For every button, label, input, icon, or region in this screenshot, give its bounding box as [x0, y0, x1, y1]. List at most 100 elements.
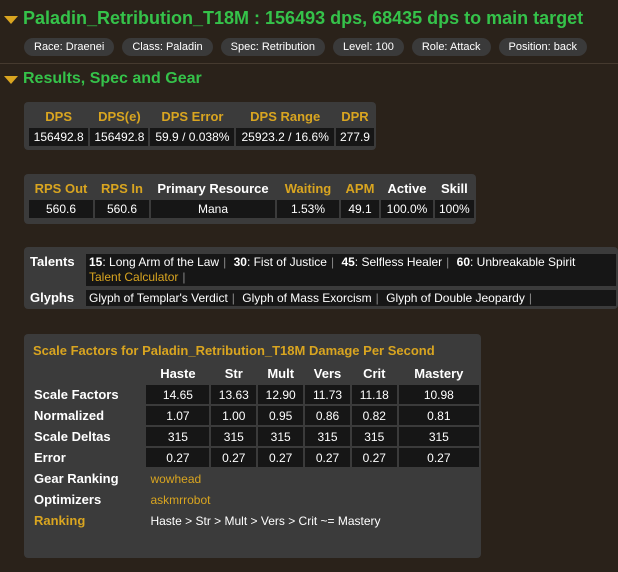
dps-range-header[interactable]: DPS Range	[236, 107, 334, 126]
tag-role: Role: Attack	[411, 38, 491, 56]
error-value: 0.27	[305, 448, 350, 467]
table-row: Normalized 1.07 1.00 0.95 0.86 0.82 0.81	[29, 406, 479, 425]
normalized-value: 0.86	[305, 406, 350, 425]
table-row: Scale Factors 14.65 13.63 12.90 11.73 11…	[29, 385, 479, 404]
dpr-header[interactable]: DPR	[336, 107, 374, 126]
sf-value: 11.73	[305, 385, 350, 404]
tag-position: Position: back	[498, 38, 587, 56]
col-crit: Crit	[363, 366, 386, 381]
apm-value: 49.1	[341, 200, 379, 218]
corner-header	[29, 364, 144, 383]
active-value: 100.0%	[381, 200, 433, 218]
dps-header[interactable]: DPS	[29, 107, 88, 126]
glyphs-cell: Glyph of Templar's Verdict | Glyph of Mas…	[86, 290, 616, 306]
collapse-triangle-icon[interactable]	[4, 76, 18, 84]
col-str: Str	[224, 366, 243, 381]
talents-panel: Talents 15: Long Arm of the Law | 30: Fis…	[24, 247, 618, 309]
waiting-header[interactable]: Waiting	[277, 179, 339, 198]
col-vers: Vers	[313, 366, 342, 381]
resource-table: RPS Out RPS In Primary Resource Waiting …	[27, 177, 476, 220]
delta-value: 315	[398, 427, 479, 446]
col-mult: Mult	[267, 366, 295, 381]
sf-value: 11.18	[351, 385, 397, 404]
row-label: Normalized	[34, 408, 105, 423]
waiting-value: 1.53%	[277, 200, 339, 218]
normalized-value: 1.07	[146, 406, 210, 425]
normalized-value: 0.82	[351, 406, 397, 425]
rps-in-value: 560.6	[95, 200, 149, 218]
rps-in-header[interactable]: RPS In	[95, 179, 149, 198]
table-row: Gear Ranking wowhead	[29, 469, 479, 488]
normalized-value: 0.95	[258, 406, 304, 425]
optimizers-label: Optimizers	[34, 492, 102, 507]
glyphs-label: Glyphs	[30, 290, 75, 305]
talent-60: 60: Unbreakable Spirit	[456, 255, 576, 269]
error-value: 0.27	[258, 448, 304, 467]
tag-race: Race: Draenei	[24, 38, 115, 56]
sf-value: 14.65	[146, 385, 210, 404]
normalized-value: 1.00	[211, 406, 257, 425]
gear-ranking-label: Gear Ranking	[34, 471, 119, 486]
talents-cell: 15: Long Arm of the Law | 30: Fist of Jus…	[86, 254, 616, 286]
ranking-label[interactable]: Ranking	[29, 511, 144, 530]
glyphs-row: Glyphs Glyph of Templar's Verdict | Glyph…	[30, 290, 616, 306]
error-value: 0.27	[146, 448, 210, 467]
wowhead-link[interactable]: wowhead	[146, 469, 479, 488]
tag-spec: Spec: Retribution	[220, 38, 326, 56]
tag-class: Class: Paladin	[122, 38, 213, 56]
talent-30: 30: Fist of Justice	[233, 255, 327, 269]
table-row: Optimizers askmrrobot	[29, 490, 479, 509]
ranking-value: Haste > Str > Mult > Vers > Crit ~= Mast…	[150, 513, 381, 528]
row-label: Error	[34, 450, 66, 465]
table-row: Error 0.27 0.27 0.27 0.27 0.27 0.27	[29, 448, 479, 467]
skill-value: 100%	[435, 200, 474, 218]
askmrrobot-link[interactable]: askmrrobot	[146, 490, 479, 509]
delta-value: 315	[258, 427, 304, 446]
divider	[0, 63, 618, 64]
resource-panel: RPS Out RPS In Primary Resource Waiting …	[24, 174, 476, 224]
normalized-value: 0.81	[398, 406, 479, 425]
dpse-header[interactable]: DPS(e)	[90, 107, 148, 126]
player-title: Paladin_Retribution_T18M : 156493 dps, 6…	[23, 8, 584, 28]
table-row: Ranking Haste > Str > Mult > Vers > Crit…	[29, 511, 479, 530]
dps-range-value: 25923.2 / 16.6%	[236, 128, 334, 146]
skill-header: Skill	[440, 181, 468, 196]
scale-factors-table: Haste Str Mult Vers Crit Mastery Scale F…	[27, 362, 481, 532]
table-row: Scale Deltas 315 315 315 315 315 315	[29, 427, 479, 446]
rps-out-value: 560.6	[29, 200, 93, 218]
dps-error-header[interactable]: DPS Error	[150, 107, 234, 126]
player-tags: Race: Draenei Class: Paladin Spec: Retri…	[24, 38, 587, 56]
glyph-item: Glyph of Mass Exorcism	[242, 291, 372, 305]
dpr-value: 277.9	[335, 128, 374, 146]
active-header: Active	[387, 181, 427, 196]
row-label: Scale Deltas	[34, 429, 111, 444]
collapse-triangle-icon[interactable]	[4, 15, 18, 24]
talent-calculator-link[interactable]: Talent Calculator	[89, 270, 178, 284]
rps-out-header[interactable]: RPS Out	[29, 179, 93, 198]
glyph-item: Glyph of Templar's Verdict	[89, 291, 228, 305]
delta-value: 315	[146, 427, 210, 446]
delta-value: 315	[351, 427, 397, 446]
delta-value: 315	[211, 427, 257, 446]
dps-error-value: 59.9 / 0.038%	[150, 128, 235, 146]
talent-45: 45: Selfless Healer	[341, 255, 443, 269]
apm-header[interactable]: APM	[341, 179, 379, 198]
dps-panel: DPS DPS(e) DPS Error DPS Range DPR 15649…	[24, 102, 376, 150]
dps-table: DPS DPS(e) DPS Error DPS Range DPR 15649…	[27, 105, 376, 148]
talents-label: Talents	[30, 254, 75, 269]
primary-resource-value: Mana	[151, 200, 275, 218]
scale-factors-panel: Scale Factors for Paladin_Retribution_T1…	[24, 334, 481, 558]
section-heading[interactable]: Results, Spec and Gear	[4, 70, 202, 88]
primary-resource-header: Primary Resource	[157, 181, 269, 196]
talents-row: Talents 15: Long Arm of the Law | 30: Fis…	[30, 254, 616, 286]
row-label: Scale Factors	[34, 387, 119, 402]
col-haste: Haste	[160, 366, 196, 381]
talent-15: 15: Long Arm of the Law	[89, 255, 220, 269]
glyph-item: Glyph of Double Jeopardy	[386, 291, 525, 305]
section-title: Results, Spec and Gear	[23, 70, 202, 87]
dps-value: 156492.8	[29, 128, 89, 146]
delta-value: 315	[305, 427, 350, 446]
player-heading[interactable]: Paladin_Retribution_T18M : 156493 dps, 6…	[4, 8, 583, 29]
dpse-value: 156492.8	[90, 128, 149, 146]
sf-value: 12.90	[258, 385, 304, 404]
